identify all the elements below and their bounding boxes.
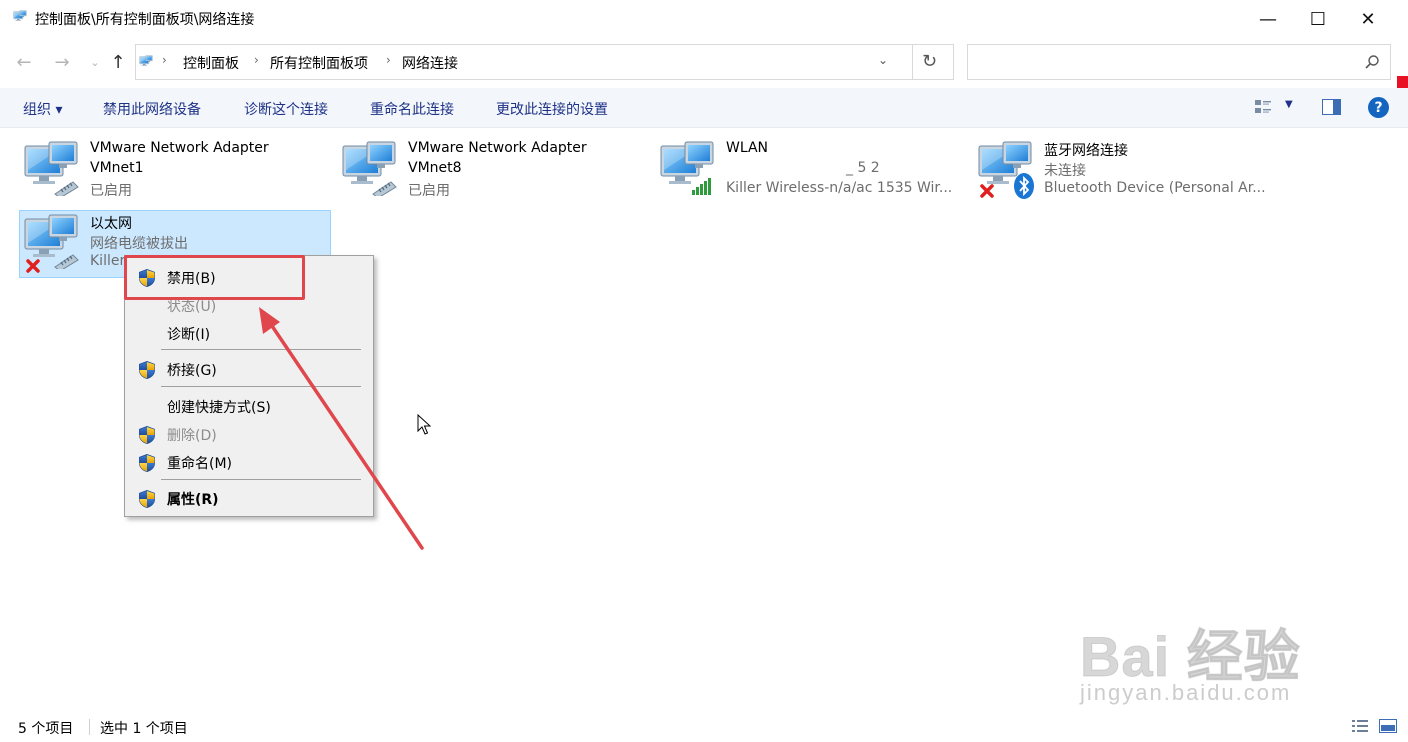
title-bar: 控制面板\所有控制面板项\网络连接 — ☐ ✕ bbox=[0, 0, 1408, 38]
connection-device: Killer bbox=[90, 253, 126, 269]
menu-item-label: 重命名(M) bbox=[167, 456, 233, 472]
back-button[interactable]: ← bbox=[12, 50, 36, 74]
menu-item-label: 属性(R) bbox=[167, 492, 219, 508]
connection-name-line2: VMnet1 bbox=[90, 160, 144, 176]
maximize-button[interactable]: ☐ bbox=[1293, 0, 1343, 38]
details-view-icon[interactable] bbox=[1351, 719, 1369, 733]
menu-item-delete[interactable]: 删除(D) bbox=[125, 421, 373, 447]
uac-shield-icon bbox=[137, 360, 157, 380]
back-arrow-icon: ← bbox=[16, 51, 32, 73]
close-icon: ✕ bbox=[1360, 8, 1376, 30]
breadcrumb-network-connections[interactable]: 网络连接 bbox=[402, 53, 458, 73]
menu-item-rename[interactable]: 重命名(M) bbox=[125, 449, 373, 475]
divider bbox=[89, 719, 90, 735]
menu-item-label: 创建快捷方式(S) bbox=[167, 400, 271, 416]
connection-status: 网络电缆被拔出 bbox=[90, 236, 188, 252]
connection-device: Bluetooth Device (Personal Ar... bbox=[1044, 180, 1266, 196]
rename-button[interactable]: 重命名此连接 bbox=[370, 99, 454, 119]
menu-separator bbox=[161, 479, 361, 480]
search-input[interactable] bbox=[967, 44, 1391, 80]
uac-shield-icon bbox=[137, 453, 157, 473]
network-connections-icon bbox=[138, 55, 155, 70]
signal-strength-icon bbox=[692, 178, 711, 195]
connection-vmnet1[interactable]: VMware Network Adapter VMnet1 已启用 bbox=[20, 138, 332, 206]
connection-name: 蓝牙网络连接 bbox=[1044, 143, 1128, 159]
ethernet-adapter-icon bbox=[23, 213, 79, 273]
close-button[interactable]: ✕ bbox=[1343, 0, 1393, 38]
breadcrumb-all-items[interactable]: 所有控制面板项 bbox=[270, 53, 368, 73]
watermark-url: jingyan.baidu.com bbox=[1080, 680, 1292, 705]
menu-item-bridge[interactable]: 桥接(G) bbox=[125, 356, 373, 382]
menu-item-label: 桥接(G) bbox=[167, 363, 217, 379]
bluetooth-icon bbox=[1014, 173, 1034, 199]
address-dropdown-icon[interactable]: ⌄ bbox=[878, 53, 888, 67]
organize-button[interactable]: 组织 ▾ bbox=[23, 99, 62, 119]
view-dropdown-icon[interactable]: ▼ bbox=[1285, 99, 1293, 110]
network-adapter-icon bbox=[23, 140, 79, 196]
breadcrumb-separator-icon: › bbox=[386, 53, 391, 67]
connection-name-line2: VMnet8 bbox=[408, 160, 462, 176]
diagnose-button[interactable]: 诊断这个连接 bbox=[244, 99, 328, 119]
forward-button[interactable]: → bbox=[50, 50, 74, 74]
connection-name: 以太网 bbox=[90, 216, 132, 232]
connection-device: Killer Wireless-n/a/ac 1535 Wir... bbox=[726, 180, 953, 196]
connection-name: WLAN bbox=[726, 140, 769, 156]
forward-arrow-icon: → bbox=[54, 51, 70, 73]
change-view-icon[interactable] bbox=[1254, 98, 1272, 116]
breadcrumb-separator-icon: › bbox=[254, 53, 259, 67]
menu-separator bbox=[161, 386, 361, 387]
maximize-icon: ☐ bbox=[1309, 8, 1327, 30]
preview-pane-icon[interactable] bbox=[1322, 99, 1341, 115]
bluetooth-adapter-icon bbox=[977, 140, 1034, 199]
connection-name: VMware Network Adapter bbox=[408, 140, 587, 156]
refresh-icon[interactable]: ↻ bbox=[922, 51, 937, 72]
menu-item-properties[interactable]: 属性(R) bbox=[125, 485, 373, 511]
mouse-cursor-icon bbox=[417, 414, 431, 435]
network-adapter-icon bbox=[341, 140, 397, 196]
disable-device-button[interactable]: 禁用此网络设备 bbox=[103, 99, 201, 119]
command-bar: 组织 ▾ 禁用此网络设备 诊断这个连接 重命名此连接 更改此连接的设置 ▼ ? bbox=[0, 88, 1408, 128]
item-count: 5 个项目 bbox=[18, 721, 74, 737]
window-title: 控制面板\所有控制面板项\网络连接 bbox=[35, 12, 255, 28]
selection-count: 选中 1 个项目 bbox=[100, 721, 188, 737]
recent-locations-button[interactable]: ⌄ bbox=[83, 50, 107, 74]
connection-status: _ 5 2 bbox=[846, 160, 880, 176]
connection-bluetooth[interactable]: 蓝牙网络连接 未连接 Bluetooth Device (Personal Ar… bbox=[974, 138, 1286, 206]
connection-vmnet8[interactable]: VMware Network Adapter VMnet8 已启用 bbox=[338, 138, 650, 206]
help-icon[interactable]: ? bbox=[1368, 97, 1389, 118]
baidu-jingyan-watermark: Bai 经验 jingyan.baidu.com bbox=[1080, 610, 1330, 710]
change-settings-button[interactable]: 更改此连接的设置 bbox=[496, 99, 608, 119]
annotation-highlight-box bbox=[124, 255, 305, 300]
uac-shield-icon bbox=[137, 425, 157, 445]
menu-item-label: 删除(D) bbox=[167, 428, 217, 444]
connection-status: 已启用 bbox=[408, 183, 450, 199]
connection-name: VMware Network Adapter bbox=[90, 140, 269, 156]
navigation-bar: ← → ⌄ ↑ › 控制面板 › 所有控制面板项 › 网络连接 ⌄ ↻ bbox=[0, 38, 1408, 126]
chevron-down-icon: ⌄ bbox=[90, 55, 100, 69]
minimize-icon: — bbox=[1259, 8, 1277, 30]
divider bbox=[912, 45, 913, 79]
menu-item-label: 诊断(I) bbox=[167, 327, 211, 343]
up-arrow-icon: ↑ bbox=[110, 51, 126, 73]
status-bar: 5 个项目 选中 1 个项目 bbox=[0, 712, 1408, 742]
menu-item-diagnose[interactable]: 诊断(I) bbox=[125, 320, 373, 346]
breadcrumb-separator-icon: › bbox=[162, 53, 167, 67]
menu-item-create-shortcut[interactable]: 创建快捷方式(S) bbox=[125, 393, 373, 419]
minimize-button[interactable]: — bbox=[1243, 0, 1293, 38]
uac-shield-icon bbox=[137, 489, 157, 509]
menu-separator bbox=[161, 349, 361, 350]
connection-status: 未连接 bbox=[1044, 163, 1086, 179]
connection-status: 已启用 bbox=[90, 183, 132, 199]
network-connections-icon bbox=[12, 10, 29, 25]
large-icons-view-icon[interactable] bbox=[1379, 719, 1397, 733]
search-icon[interactable] bbox=[1364, 54, 1380, 70]
address-bar[interactable]: › 控制面板 › 所有控制面板项 › 网络连接 ⌄ ↻ bbox=[135, 44, 954, 80]
connection-wlan[interactable]: WLAN _ 5 2 Killer Wireless-n/a/ac 1535 W… bbox=[656, 138, 968, 206]
wifi-adapter-icon bbox=[659, 140, 719, 195]
breadcrumb-control-panel[interactable]: 控制面板 bbox=[183, 53, 239, 73]
up-button[interactable]: ↑ bbox=[106, 50, 130, 74]
